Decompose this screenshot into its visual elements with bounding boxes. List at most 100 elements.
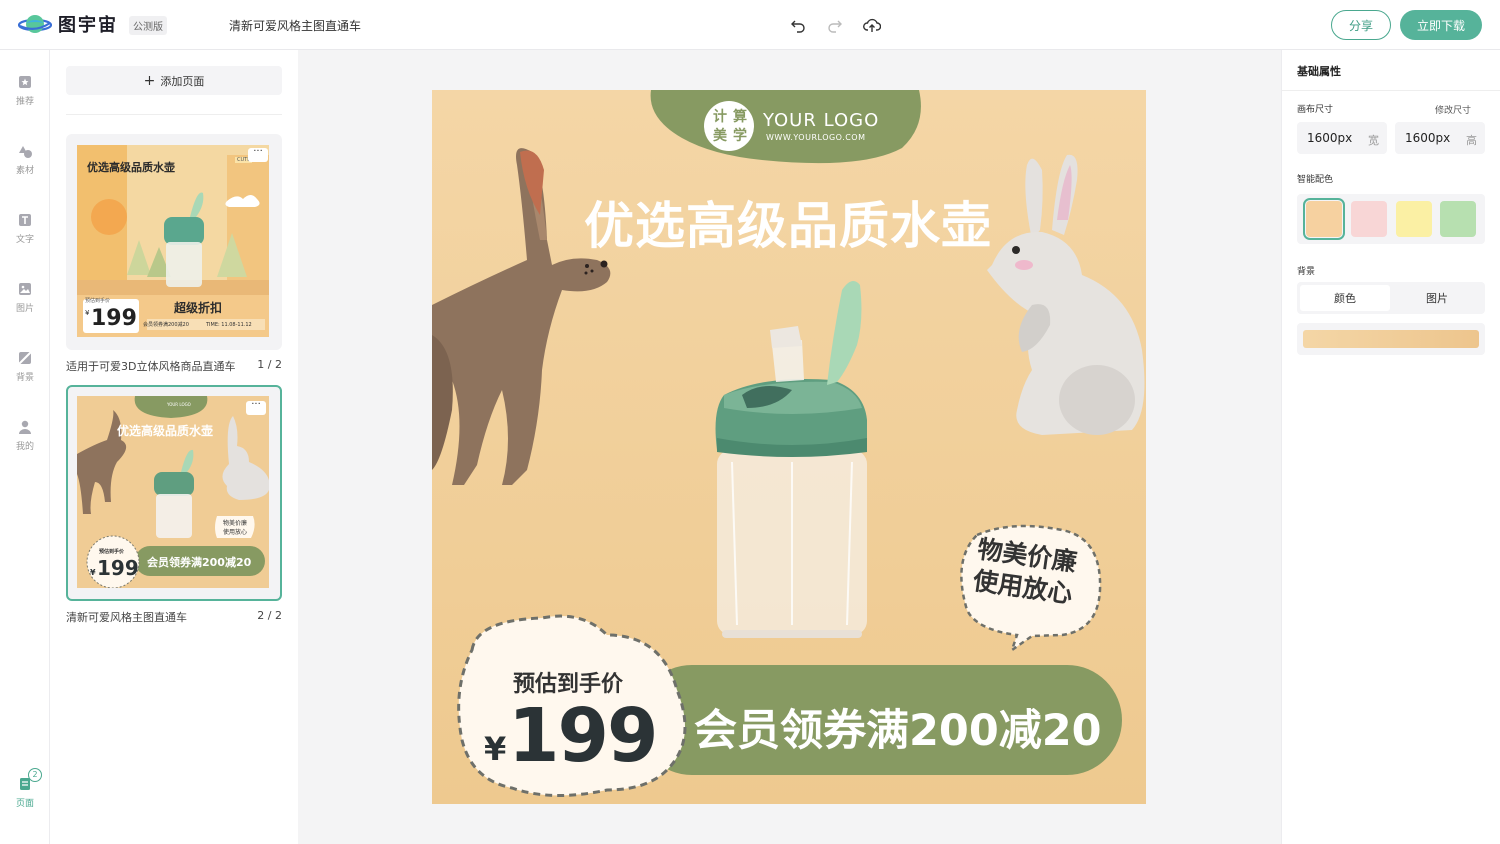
- logo-char: 算: [733, 109, 747, 125]
- height-value: 1600px: [1405, 131, 1451, 145]
- page-thumbnail-1[interactable]: 优选高级品质水壶 CUTE 预估到手价 ¥ 199 超级折扣 会员领券满200减…: [66, 134, 282, 350]
- page-1-preview: 优选高级品质水壶 CUTE 预估到手价 ¥ 199 超级折扣 会员领券满200减…: [77, 145, 269, 337]
- redo-icon: [828, 20, 842, 33]
- color-swatch-1[interactable]: [1303, 198, 1345, 240]
- background-type-toggle: 颜色 图片: [1297, 282, 1485, 314]
- background-icon: [18, 351, 32, 365]
- page-thumbnail-2[interactable]: YOUR LOGO 优选高级品质水壶 物美价廉 使用放心 预估到手价 ¥ 199…: [66, 385, 282, 601]
- bg-tab-image[interactable]: 图片: [1392, 285, 1482, 311]
- rail-item-label: 推荐: [15, 97, 34, 107]
- canvas-width-field[interactable]: 1600px 宽: [1297, 122, 1387, 154]
- page-2-name: 清新可爱风格主图直通车: [66, 611, 187, 624]
- width-value: 1600px: [1307, 131, 1353, 145]
- thumb-2-logo: YOUR LOGO: [167, 402, 191, 407]
- properties-heading: 基础属性: [1297, 65, 1341, 78]
- user-icon: [19, 420, 31, 434]
- logo-badge: 计 算 美 学: [710, 108, 750, 146]
- thumb-1-promo: 超级折扣: [174, 301, 223, 315]
- more-dots-icon: ···: [251, 399, 261, 410]
- add-page-label: 添加页面: [160, 74, 205, 88]
- rail-item-recommend[interactable]: 推荐: [0, 74, 50, 107]
- logo-char: 学: [733, 128, 747, 144]
- width-unit: 宽: [1368, 134, 1379, 147]
- cloud-upload-icon: [863, 18, 881, 32]
- cloud-save-button[interactable]: [862, 15, 882, 35]
- rail-item-materials[interactable]: 素材: [0, 143, 50, 176]
- thumb-1-coupon: 会员领券满200减20: [143, 322, 189, 328]
- logo-char: 美: [713, 128, 727, 144]
- thumb-1-time: TIME: 11.08-11.12: [206, 322, 252, 328]
- rail-item-pages[interactable]: 2 页面: [0, 768, 50, 809]
- rail-item-background[interactable]: 背景: [0, 350, 50, 383]
- height-unit: 高: [1466, 134, 1477, 147]
- color-swatch-2[interactable]: [1351, 201, 1387, 237]
- left-tool-rail: 推荐 素材 文字 图片 背景 我的 2 页面: [0, 50, 50, 844]
- thumb-2-bubble-1: 物美价廉: [223, 520, 248, 527]
- rail-item-label: 素材: [15, 166, 34, 176]
- rail-item-label: 背景: [15, 373, 34, 383]
- download-button[interactable]: 立即下载: [1400, 10, 1482, 40]
- color-swatch-4[interactable]: [1440, 201, 1476, 237]
- divider: [1282, 90, 1500, 91]
- canvas-height-field[interactable]: 1600px 高: [1395, 122, 1485, 154]
- coupon-text: 会员领券满200减20: [694, 706, 1102, 756]
- thumb-2-title: 优选高级品质水壶: [117, 424, 214, 438]
- rail-item-label: 页面: [15, 799, 34, 809]
- recommend-icon: [19, 76, 31, 88]
- shapes-icon: [19, 146, 32, 158]
- undo-button[interactable]: [788, 15, 808, 35]
- water-bottle-illustration: [715, 281, 867, 638]
- image-icon: [19, 283, 31, 295]
- thumb-2-bubble-2: 使用放心: [223, 529, 248, 536]
- change-size-link[interactable]: 修改尺寸: [1435, 103, 1471, 116]
- thumb-1-title: 优选高级品质水壶: [87, 161, 175, 174]
- add-page-button[interactable]: + 添加页面: [66, 66, 282, 95]
- page-1-name: 适用于可爱3D立体风格商品直通车: [66, 360, 236, 373]
- canvas-size-label: 画布尺寸: [1297, 105, 1334, 115]
- page-2-index: 2 / 2: [257, 609, 282, 622]
- share-button[interactable]: 分享: [1331, 10, 1391, 40]
- page-count-badge: 2: [28, 768, 42, 782]
- design-canvas[interactable]: 计 算 美 学 YOUR LOGO WWW.YOURLOGO.COM 优选高级品…: [432, 90, 1146, 804]
- logo-char: 计: [713, 109, 727, 125]
- divider: [66, 114, 282, 115]
- thumb-2-coupon: 会员领券满200减20: [147, 556, 252, 569]
- thumb-1-price: 199: [91, 306, 137, 331]
- thumb-1-currency: ¥: [85, 309, 90, 317]
- rail-item-images[interactable]: 图片: [0, 281, 50, 314]
- background-label: 背景: [1297, 267, 1316, 277]
- color-swatch-3[interactable]: [1396, 201, 1432, 237]
- app-name: 图宇宙: [58, 15, 118, 36]
- page-2-more-button[interactable]: ···: [246, 399, 266, 415]
- price-value: 199: [508, 693, 658, 779]
- document-title[interactable]: 清新可爱风格主图直通车: [229, 17, 361, 34]
- properties-panel: 基础属性 画布尺寸 修改尺寸 1600px 宽 1600px 高 智能配色 背景…: [1281, 50, 1500, 844]
- app-logo[interactable]: 图宇宙: [18, 11, 118, 37]
- page-1-more-button[interactable]: ···: [248, 146, 268, 162]
- rail-item-text[interactable]: 文字: [0, 212, 50, 245]
- logo-url: WWW.YOURLOGO.COM: [766, 133, 866, 142]
- page-2-caption: 清新可爱风格主图直通车 2 / 2: [66, 609, 282, 625]
- page-1-index: 1 / 2: [257, 358, 282, 371]
- redo-button[interactable]: [825, 15, 845, 35]
- thumb-2-price: 199: [97, 556, 139, 580]
- rail-item-label: 图片: [15, 304, 34, 314]
- background-color-picker[interactable]: [1297, 323, 1485, 355]
- page-2-preview: YOUR LOGO 优选高级品质水壶 物美价廉 使用放心 预估到手价 ¥ 199…: [77, 396, 269, 588]
- bg-tab-color[interactable]: 颜色: [1300, 285, 1390, 311]
- more-dots-icon: ···: [253, 146, 263, 157]
- plus-icon: +: [143, 72, 156, 89]
- rail-item-mine[interactable]: 我的: [0, 419, 50, 452]
- smart-color-label: 智能配色: [1297, 175, 1334, 185]
- rabbit-illustration: [987, 154, 1145, 435]
- thumb-2-price-label: 预估到手价: [99, 549, 125, 555]
- logo-text: YOUR LOGO: [763, 110, 880, 131]
- rail-item-label: 我的: [15, 442, 34, 452]
- price-currency: ¥: [484, 730, 507, 768]
- page-1-caption: 适用于可爱3D立体风格商品直通车 1 / 2: [66, 358, 282, 374]
- speech-bubble-text: 物美价廉 使用放心: [971, 533, 1079, 610]
- planet-logo-icon: [18, 15, 52, 33]
- text-icon: [19, 214, 31, 226]
- undo-icon: [791, 20, 805, 33]
- rail-item-label: 文字: [15, 235, 34, 245]
